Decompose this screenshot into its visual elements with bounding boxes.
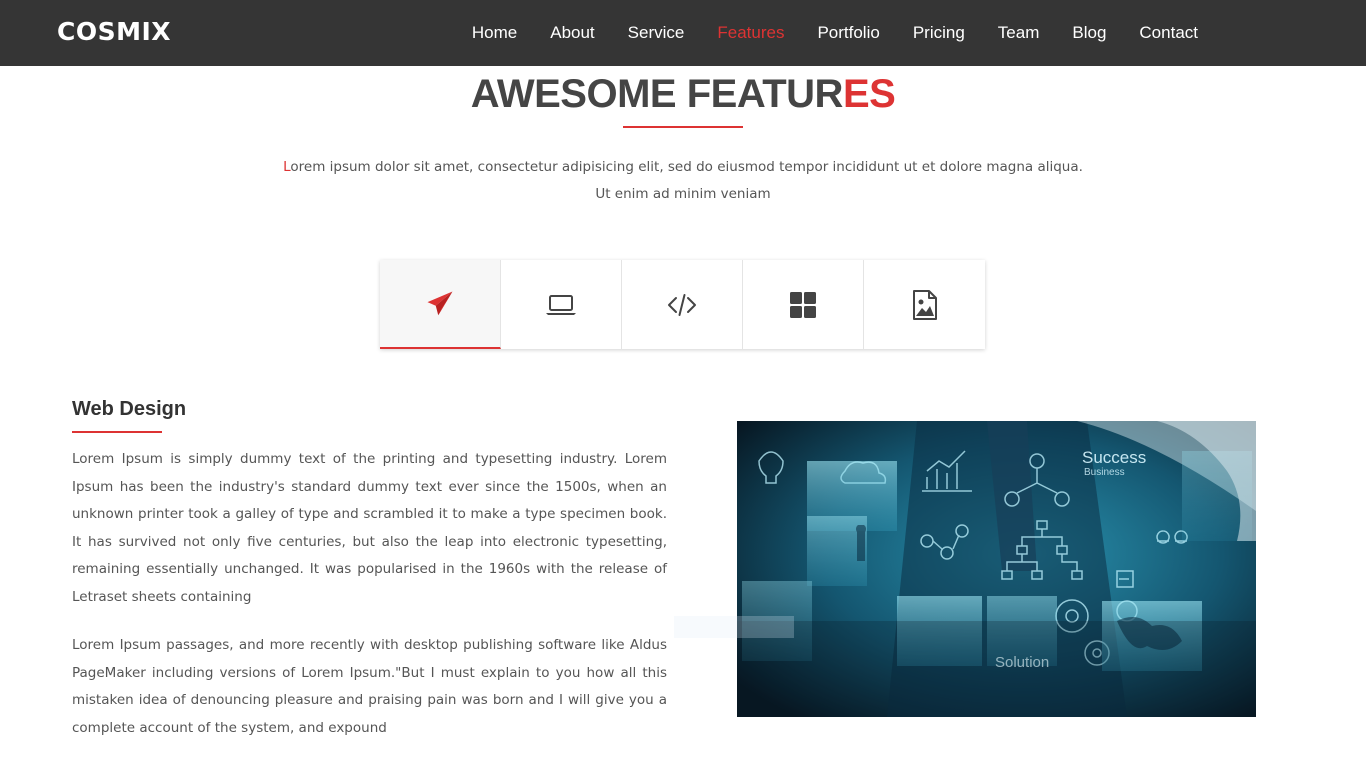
top-navbar: COSMIX Home About Service Features Portf… — [0, 0, 1366, 66]
tab-image[interactable] — [864, 260, 985, 349]
nav-item-about: About — [550, 23, 594, 43]
business-illustration: Success Business Solution — [737, 421, 1256, 717]
image-file-icon — [912, 289, 937, 320]
section-intro: Lorem ipsum dolor sit amet, consectetur … — [0, 154, 1366, 208]
content-paragraph-2: Lorem Ipsum passages, and more recently … — [72, 637, 667, 736]
feature-tabs — [380, 260, 985, 349]
nav-menu: Home About Service Features Portfolio Pr… — [439, 0, 1198, 66]
feature-image: Success Business Solution — [737, 421, 1256, 717]
content-title-underline — [72, 431, 162, 433]
nav-link-service[interactable]: Service — [628, 23, 685, 42]
nav-link-home[interactable]: Home — [472, 23, 517, 42]
tab-grid[interactable] — [743, 260, 864, 349]
nav-link-portfolio[interactable]: Portfolio — [817, 23, 879, 42]
fullscreen-hint-overlay — [674, 616, 794, 638]
nav-item-portfolio: Portfolio — [817, 23, 879, 43]
tab-code[interactable] — [622, 260, 743, 349]
nav-link-pricing[interactable]: Pricing — [913, 23, 965, 42]
nav-link-contact[interactable]: Contact — [1139, 23, 1198, 42]
nav-item-service: Service — [628, 23, 685, 43]
laptop-icon — [546, 294, 576, 315]
intro-text: orem ipsum dolor sit amet, consectetur a… — [290, 159, 1083, 175]
nav-item-blog: Blog — [1072, 23, 1106, 43]
content-title: Web Design — [72, 398, 187, 420]
code-icon — [668, 293, 696, 316]
title-underline — [623, 126, 743, 128]
nav-item-team: Team — [998, 23, 1040, 43]
tab-laptop[interactable] — [501, 260, 622, 349]
paper-plane-icon — [427, 291, 453, 315]
nav-item-pricing: Pricing — [913, 23, 965, 43]
nav-link-team[interactable]: Team — [998, 23, 1040, 42]
grid-icon — [790, 291, 816, 318]
nav-link-features[interactable]: Features — [717, 23, 784, 42]
tab-web-design[interactable] — [380, 260, 501, 349]
nav-link-about[interactable]: About — [550, 23, 594, 42]
nav-item-contact: Contact — [1139, 23, 1198, 43]
section-title-main: AWESOME FEATUR — [470, 72, 844, 116]
nav-link-blog[interactable]: Blog — [1072, 23, 1106, 42]
image-text-success: Success — [1082, 448, 1146, 467]
nav-item-features: Features — [717, 23, 784, 43]
brand-logo[interactable]: COSMIX — [57, 17, 171, 46]
section-title: AWESOME FEATURES — [0, 72, 1366, 117]
section-title-accent: ES — [842, 72, 896, 116]
content-paragraph-1: Lorem Ipsum is simply dummy text of the … — [72, 451, 667, 605]
image-text-business: Business — [1084, 467, 1125, 478]
intro-line2: Ut enim ad minim veniam — [595, 186, 771, 202]
nav-item-home: Home — [472, 23, 517, 43]
